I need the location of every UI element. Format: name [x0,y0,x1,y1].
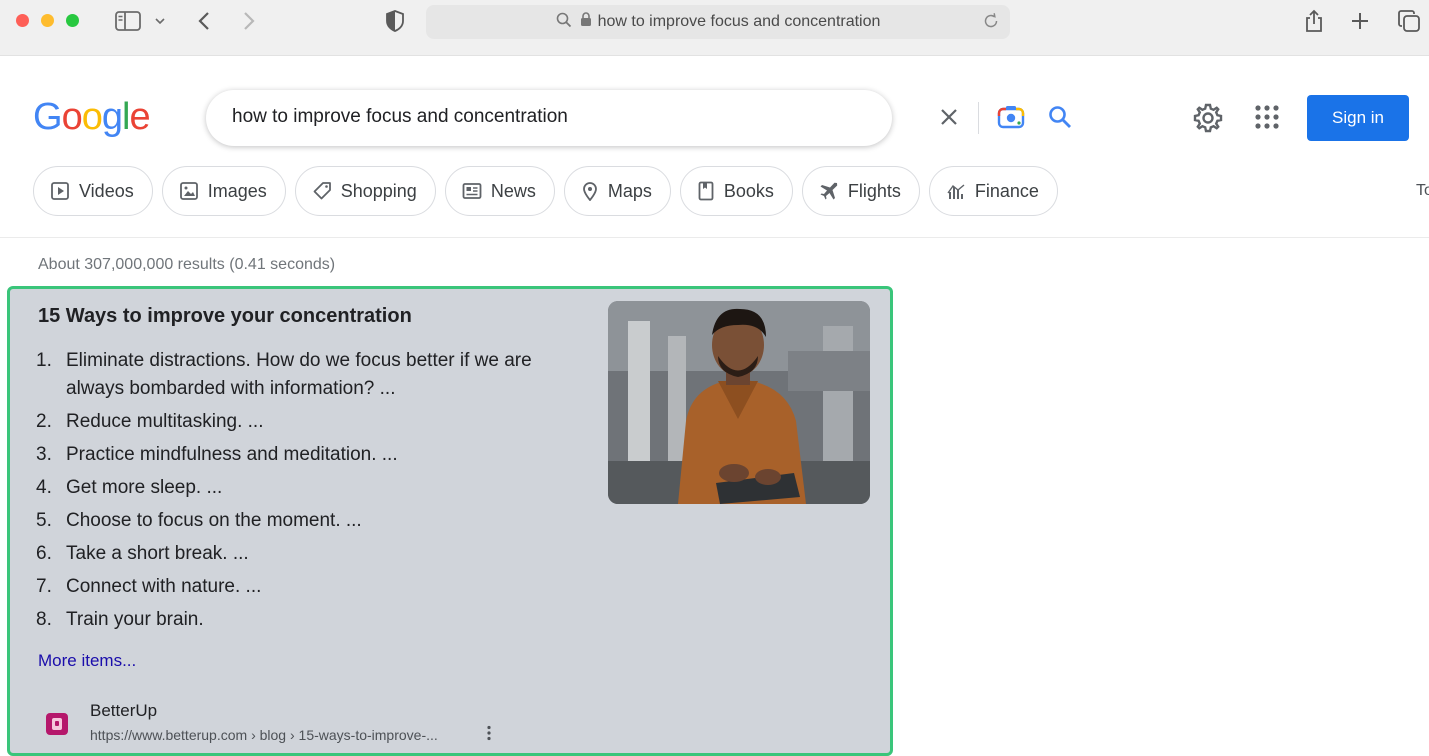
list-text: Train your brain. [66,609,204,630]
snippet-list: 1. Eliminate distractions. How do we focu… [36,347,586,639]
browser-toolbar: how to improve focus and concentration [0,0,1429,56]
list-number: 3. [36,444,52,465]
video-icon [51,182,69,200]
tab-label: Finance [974,180,1039,201]
finance-icon [947,184,965,199]
list-number: 7. [36,576,52,597]
sign-in-button[interactable]: Sign in [1307,95,1409,141]
tab-books[interactable]: Books [679,166,793,216]
list-item: 7. Connect with nature. ... [36,573,586,601]
tab-news[interactable]: News [444,166,555,216]
zoom-window-button[interactable] [66,14,79,27]
search-icon [556,12,572,33]
list-item: 3. Practice mindfulness and meditation. .… [36,441,586,469]
close-window-button[interactable] [16,14,29,27]
more-vert-icon[interactable] [486,725,492,746]
gear-icon[interactable] [1192,102,1224,139]
list-number: 8. [36,609,52,630]
google-logo[interactable]: Google [33,96,151,139]
list-item: 1. Eliminate distractions. How do we focu… [36,347,586,403]
list-item: 5. Choose to focus on the moment. ... [36,507,586,535]
snippet-title: 15 Ways to improve your concentration [38,305,412,327]
search-tabs: Videos Images Shopping News Maps Books F… [33,166,1058,216]
sidebar-icon[interactable] [114,6,142,36]
tab-videos[interactable]: Videos [33,166,153,216]
tab-label: News [490,180,536,201]
pin-icon [582,182,597,201]
tab-flights[interactable]: Flights [801,166,920,216]
list-text: Reduce multitasking. ... [66,411,264,432]
more-items-link[interactable]: More items... [38,651,136,671]
tag-icon [313,182,331,200]
list-item: 4. Get more sleep. ... [36,474,586,502]
featured-snippet: 15 Ways to improve your concentration 1.… [7,286,893,756]
list-number: 5. [36,510,52,531]
tab-label: Shopping [340,180,417,201]
lock-icon [580,12,592,32]
list-text: Practice mindfulness and meditation. ... [66,444,398,465]
tab-label: Videos [79,180,134,201]
tab-images[interactable]: Images [161,166,286,216]
tab-label: Images [207,180,267,201]
tab-shopping[interactable]: Shopping [294,166,436,216]
betterup-favicon-icon[interactable] [46,713,68,735]
snippet-image[interactable] [608,301,870,504]
list-number: 6. [36,543,52,564]
tab-label: Books [723,180,774,201]
source-name[interactable]: BetterUp [90,701,157,721]
address-bar-text: how to improve focus and concentration [597,13,881,30]
news-icon [462,183,482,199]
list-text: Connect with nature. ... [66,576,262,597]
header-divider [0,237,1429,238]
tab-label: Maps [607,180,652,201]
clear-icon[interactable] [936,104,962,135]
result-stats: About 307,000,000 results (0.41 seconds) [38,256,336,273]
list-text: Eliminate distractions. How do we focus … [66,350,532,399]
list-number: 4. [36,477,52,498]
chevron-down-icon[interactable] [152,6,168,36]
minimize-window-button[interactable] [41,14,54,27]
tab-overview-icon[interactable] [1395,6,1423,36]
tab-label: Flights [847,180,901,201]
apps-grid-icon[interactable] [1254,104,1280,135]
list-number: 2. [36,411,52,432]
search-box[interactable]: how to improve focus and concentration [206,90,1071,146]
search-input[interactable]: how to improve focus and concentration [232,106,568,128]
list-text: Take a short break. ... [66,543,249,564]
privacy-shield-icon[interactable] [383,6,407,36]
tools-tab[interactable]: To [1416,182,1429,200]
book-icon [698,181,714,201]
list-item: 6. Take a short break. ... [36,540,586,568]
camera-icon[interactable] [997,104,1025,135]
tab-maps[interactable]: Maps [563,166,671,216]
address-bar[interactable]: how to improve focus and concentration [426,5,1010,39]
list-item: 8. Train your brain. [36,606,586,634]
reload-icon[interactable] [982,12,1000,35]
share-icon[interactable] [1302,6,1326,36]
search-icon[interactable] [1047,104,1073,135]
back-icon[interactable] [193,6,215,36]
list-number: 1. [36,350,52,371]
plane-icon [820,182,838,200]
list-text: Get more sleep. ... [66,477,223,498]
image-icon [179,182,198,200]
forward-icon[interactable] [238,6,260,36]
list-item: 2. Reduce multitasking. ... [36,408,586,436]
new-tab-icon[interactable] [1348,6,1372,36]
tab-finance[interactable]: Finance [928,166,1058,216]
source-url[interactable]: https://www.betterup.com › blog › 15-way… [90,727,438,743]
list-text: Choose to focus on the moment. ... [66,510,362,531]
search-divider [978,102,979,134]
